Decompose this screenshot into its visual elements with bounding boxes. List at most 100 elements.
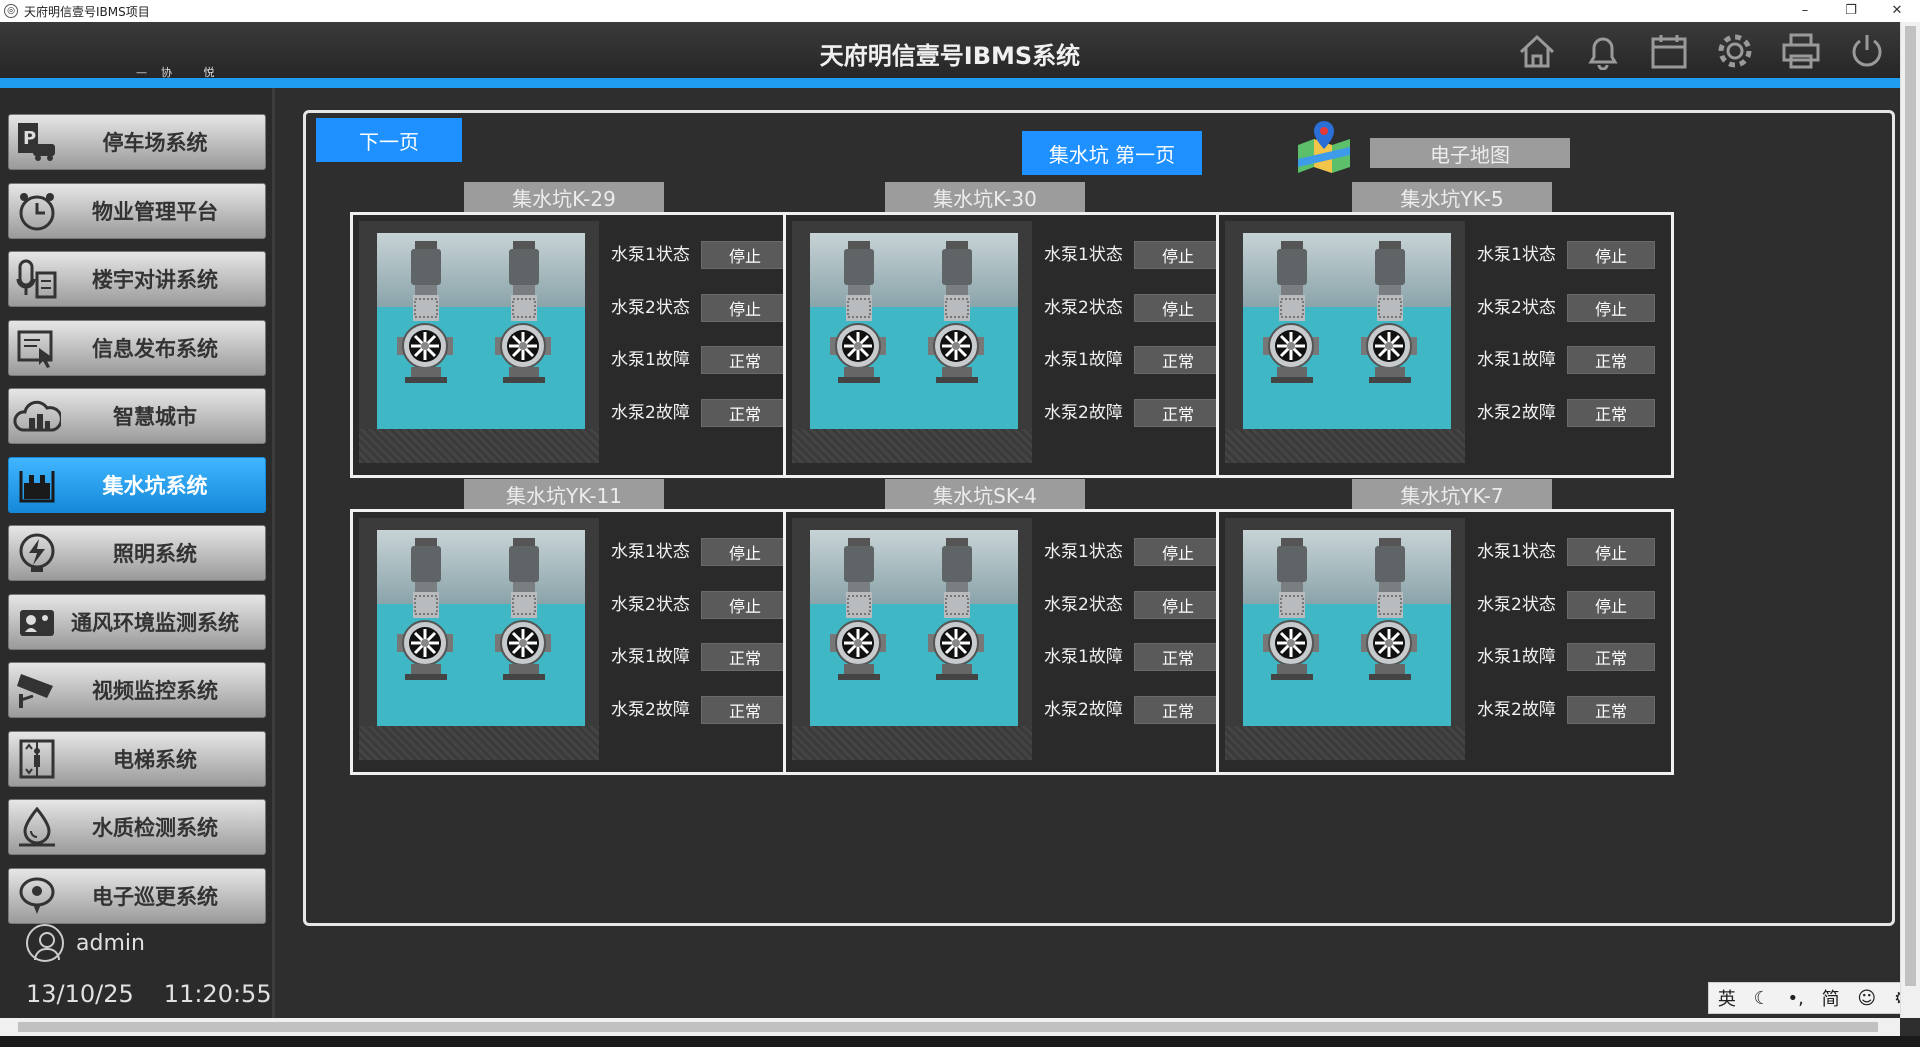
vertical-scrollbar[interactable]: [1900, 22, 1920, 1018]
pump-1-icon: [397, 239, 453, 389]
vertical-scroll-thumb[interactable]: [1905, 26, 1916, 986]
pump-2-icon: [928, 536, 984, 686]
pump-2-icon: [495, 536, 551, 686]
sidebar-item-camera[interactable]: 视频监控系统: [8, 662, 266, 718]
sidebar-item-parking[interactable]: P 停车场系统: [8, 114, 266, 170]
lighting-icon: [9, 525, 65, 581]
horizontal-scroll-thumb[interactable]: [18, 1022, 1878, 1032]
ime-lang-toggle[interactable]: 英: [1718, 985, 1736, 1011]
pump-scene-image: [1225, 518, 1465, 760]
sidebar-item-intercom[interactable]: 楼宇对讲系统: [8, 251, 266, 307]
pump-status-value: 停止: [1567, 293, 1655, 322]
sidebar-item-elevator[interactable]: 电梯系统: [8, 730, 266, 787]
pit-title-k-29: 集水坑K-29: [464, 182, 664, 212]
pump-status-label: 水泵2状态: [1044, 594, 1123, 615]
pump-status-label: 水泵1故障: [1477, 647, 1556, 667]
next-page-button[interactable]: 下一页: [316, 118, 462, 162]
pit-ground: [1225, 429, 1465, 463]
pump-status-label: 水泵2故障: [611, 402, 690, 423]
pump-2-icon: [1361, 536, 1417, 686]
pump-status-row: 水泵1状态 停止: [1044, 241, 1234, 294]
calendar-icon[interactable]: [1636, 28, 1702, 74]
pump-1-icon: [1263, 536, 1319, 686]
pump-status-value: 停止: [701, 590, 789, 619]
pit-ground: [359, 726, 599, 760]
sidebar-item-label: 楼宇对讲系统: [92, 267, 218, 292]
sidebar-item-label: 集水坑系统: [102, 472, 208, 498]
pump-status-label: 水泵2状态: [1477, 594, 1556, 615]
close-button[interactable]: ✕: [1874, 0, 1920, 22]
pump-scene-image: [792, 518, 1032, 760]
sidebar-item-label: 通风环境监测系统: [71, 609, 239, 635]
pump-status-value: 停止: [1134, 538, 1222, 566]
pump-status-label: 水泵2故障: [1044, 699, 1123, 720]
pump-status-list: 水泵1状态 停止 水泵2状态 停止 水泵1故障 正常 水泵2故障 正常: [1044, 538, 1234, 748]
sidebar-item-cloud-city[interactable]: 智慧城市: [8, 388, 266, 444]
minimize-button[interactable]: –: [1782, 0, 1828, 22]
datetime-display: 13/10/25 11:20:55: [26, 980, 302, 1008]
pit-title-yk-7: 集水坑YK-7: [1352, 479, 1552, 509]
sidebar-item-label: 智慧城市: [113, 404, 197, 429]
map-icon[interactable]: [1296, 119, 1352, 173]
pit-title-sk-4: 集水坑SK-4: [885, 479, 1085, 509]
current-user[interactable]: admin: [26, 924, 145, 962]
pump-status-label: 水泵2故障: [1477, 402, 1556, 423]
pump-status-value: 停止: [1567, 241, 1655, 269]
pump-1-icon: [1263, 239, 1319, 389]
ventilation-icon: [9, 594, 65, 650]
sidebar-item-water-drop[interactable]: 水质检测系统: [8, 799, 266, 855]
user-avatar-icon: [26, 924, 64, 962]
pump-status-row: 水泵2故障 正常: [611, 695, 801, 749]
pit-card-k-29: 水泵1状态 停止 水泵2状态 停止 水泵1故障 正常 水泵2故障 正常: [350, 212, 808, 478]
home-icon[interactable]: [1504, 28, 1570, 74]
printer-icon[interactable]: [1768, 28, 1834, 74]
sidebar-item-info-board[interactable]: 信息发布系统: [8, 319, 266, 376]
gear-icon[interactable]: [1702, 28, 1768, 74]
ime-emoji-icon[interactable]: ☺: [1857, 988, 1876, 1009]
pump-status-row: 水泵2故障 正常: [1477, 398, 1667, 452]
sidebar-item-ventilation[interactable]: 通风环境监测系统: [8, 593, 266, 650]
pump-status-row: 水泵1故障 正常: [611, 643, 801, 696]
pump-scene-image: [359, 221, 599, 463]
pump-status-list: 水泵1状态 停止 水泵2状态 停止 水泵1故障 正常 水泵2故障 正常: [611, 538, 801, 748]
e-map-button[interactable]: 电子地图: [1370, 138, 1570, 168]
ime-simplified-toggle[interactable]: 简: [1822, 985, 1840, 1011]
pump-1-icon: [830, 536, 886, 686]
bell-icon[interactable]: [1570, 28, 1636, 74]
pump-status-label: 水泵1状态: [1044, 245, 1123, 265]
pump-status-value: 正常: [1134, 643, 1222, 671]
pump-status-row: 水泵1状态 停止: [1477, 241, 1667, 294]
sidebar-item-patrol[interactable]: 电子巡更系统: [8, 867, 266, 924]
sidebar-item-lighting[interactable]: 照明系统: [8, 525, 266, 581]
pump-status-value: 正常: [1567, 643, 1655, 671]
restore-button[interactable]: ❐: [1828, 0, 1874, 22]
ime-moon-icon[interactable]: ☾: [1754, 988, 1770, 1009]
pump-scene-image: [359, 518, 599, 760]
pump-status-label: 水泵2状态: [611, 297, 690, 318]
sidebar-item-label: 电子巡更系统: [92, 883, 218, 909]
pump-1-icon: [397, 536, 453, 686]
pump-status-label: 水泵2状态: [1477, 297, 1556, 318]
sidebar-item-label: 停车场系统: [102, 130, 208, 155]
sidebar-item-label: 物业管理平台: [92, 198, 218, 224]
pump-status-row: 水泵2状态 停止: [1044, 293, 1234, 347]
camera-icon: [9, 662, 65, 718]
sidebar-item-alarm-clock[interactable]: 物业管理平台: [8, 182, 266, 239]
pump-status-label: 水泵1状态: [611, 542, 690, 562]
cloud-city-icon: [9, 388, 65, 444]
pump-status-value: 正常: [701, 346, 789, 374]
pit-card-sk-4: 水泵1状态 停止 水泵2状态 停止 水泵1故障 正常 水泵2故障 正常: [783, 509, 1241, 775]
pump-status-value: 停止: [1134, 293, 1222, 322]
horizontal-scrollbar[interactable]: [0, 1018, 1900, 1036]
pump-status-row: 水泵2状态 停止: [611, 293, 801, 347]
pump-status-value: 停止: [701, 241, 789, 269]
ime-punct-toggle[interactable]: •,: [1788, 988, 1804, 1009]
sidebar-item-sump[interactable]: 集水坑系统: [8, 456, 266, 513]
power-icon[interactable]: [1834, 28, 1900, 74]
pump-1-icon: [830, 239, 886, 389]
current-date: 13/10/25: [26, 980, 134, 1008]
pump-status-row: 水泵1状态 停止: [611, 241, 801, 294]
pump-status-row: 水泵2故障 正常: [611, 398, 801, 452]
window-title-bar: ◎ 天府明信壹号IBMS项目 – ❐ ✕: [0, 0, 1920, 22]
pump-status-label: 水泵1状态: [1477, 245, 1556, 265]
